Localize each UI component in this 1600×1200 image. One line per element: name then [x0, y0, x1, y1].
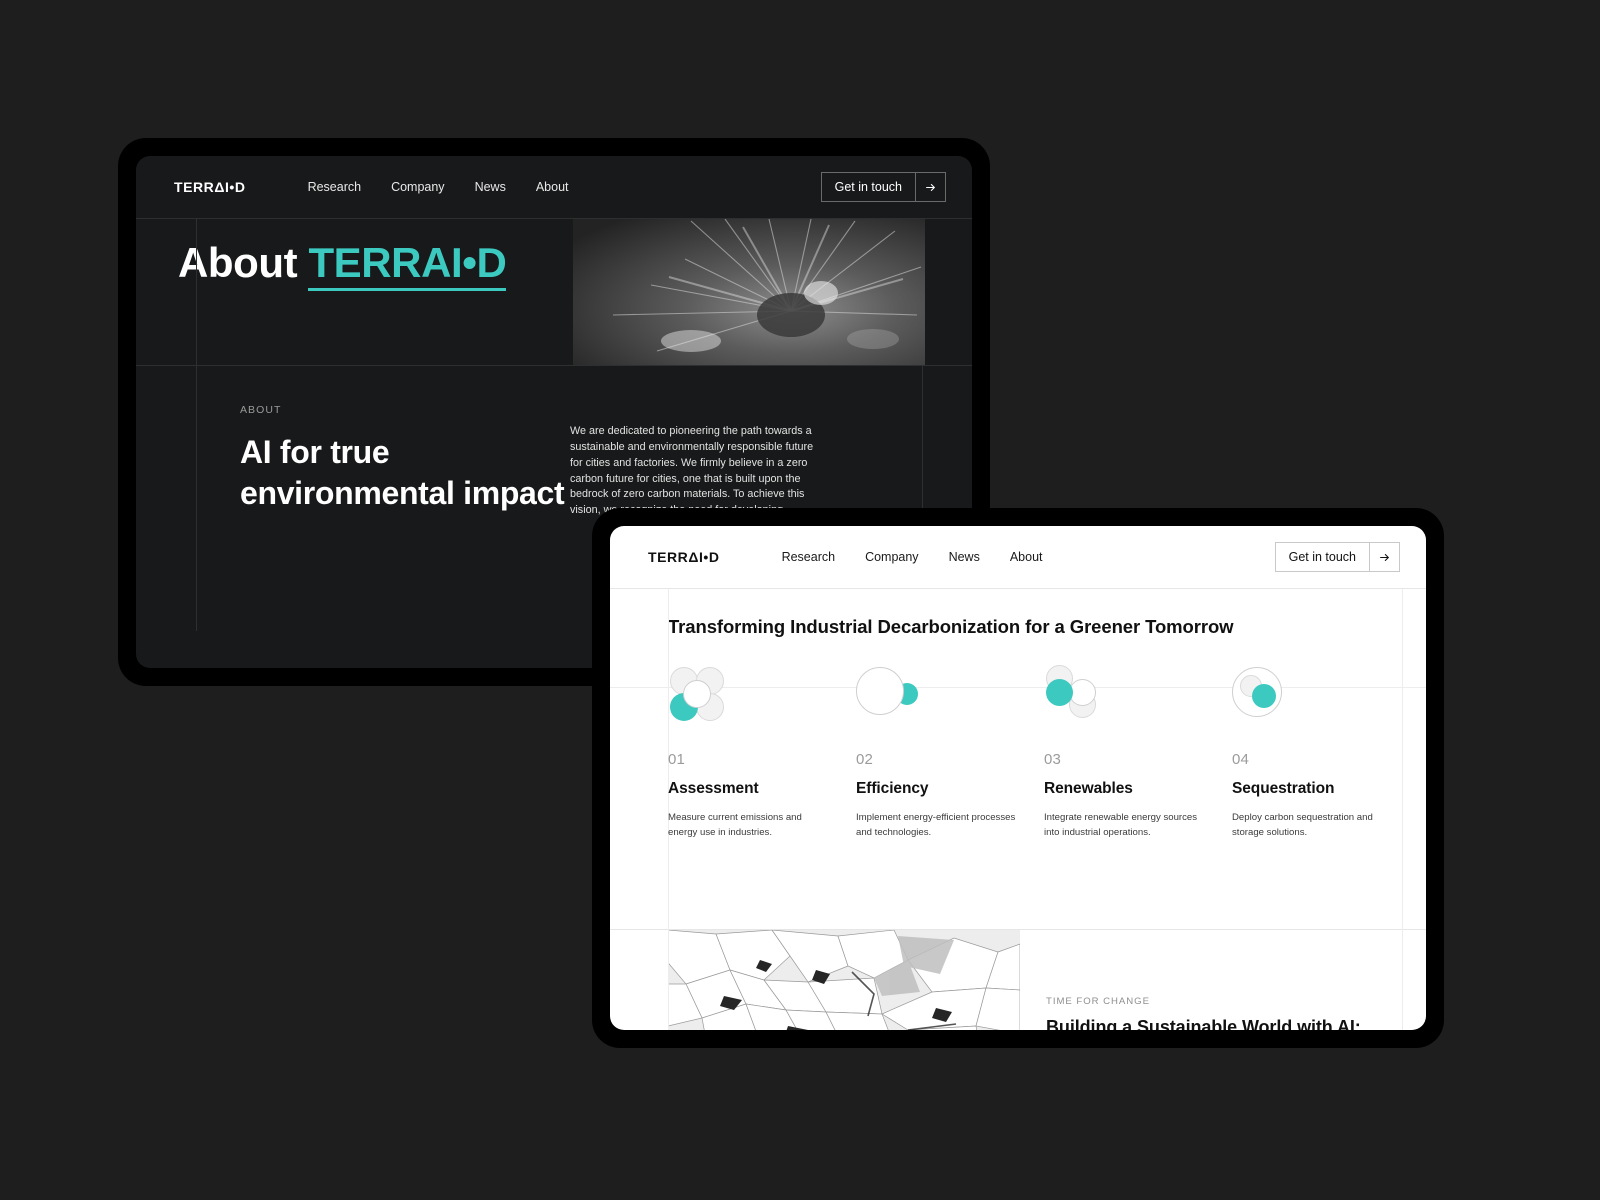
hero-title-accent: TERRAI•D — [308, 239, 507, 291]
nav-link-news-light[interactable]: News — [949, 550, 980, 564]
get-in-touch-button[interactable]: Get in touch — [820, 172, 946, 202]
logo[interactable]: TERRΔI•D — [174, 179, 246, 195]
step-card-01[interactable]: 01 Assessment Measure current emissions … — [668, 661, 856, 929]
hero-section: About TERRAI•D — [136, 219, 972, 365]
get-in-touch-button-light[interactable]: Get in touch — [1274, 542, 1400, 572]
nav-links: Research Company News About — [308, 180, 569, 194]
screenshot-canvas: TERRΔI•D Research Company News About Get… — [0, 0, 1600, 1200]
step-desc-01: Measure current emissions and energy use… — [668, 812, 802, 838]
logo-light[interactable]: TERRΔI•D — [648, 549, 720, 565]
arrow-right-icon-light — [1369, 543, 1399, 571]
light-device-frame: TERRΔI•D Research Company News About Get… — [592, 508, 1444, 1048]
light-navbar: TERRΔI•D Research Company News About Get… — [610, 526, 1426, 588]
grid-line-left — [196, 219, 197, 365]
step-desc-02: Implement energy-efficient processes and… — [856, 812, 1016, 838]
light-screen: TERRΔI•D Research Company News About Get… — [610, 526, 1426, 1030]
nav-link-research[interactable]: Research — [308, 180, 362, 194]
step-title-03: Renewables — [1044, 780, 1133, 798]
step-number-04: 04 — [1232, 751, 1249, 769]
ice-floe-image — [668, 930, 1020, 1030]
step-title-04: Sequestration — [1232, 780, 1335, 798]
step-desc-03: Integrate renewable energy sources into … — [1044, 812, 1198, 838]
stacked-circles-icon — [1044, 661, 1232, 737]
get-in-touch-label: Get in touch — [834, 180, 902, 194]
hero-image — [573, 219, 925, 365]
bottom-eyebrow: TIME FOR CHANGE — [1046, 996, 1150, 1008]
step-number-03: 03 — [1044, 751, 1061, 769]
large-circle-with-teal-dot-icon — [856, 661, 1044, 737]
section-heading: Transforming Industrial Decarbonization … — [668, 616, 1234, 637]
steps-row: 01 Assessment Measure current emissions … — [610, 639, 1426, 929]
step-title-01: Assessment — [668, 780, 759, 798]
step-card-03[interactable]: 03 Renewables Integrate renewable energy… — [1044, 661, 1232, 929]
light-grid-line-3 — [668, 930, 669, 1030]
step-title-02: Efficiency — [856, 780, 929, 798]
step-card-04[interactable]: 04 Sequestration Deploy carbon sequestra… — [1232, 661, 1420, 929]
about-body-text: We are dedicated to pioneering the path … — [570, 425, 814, 517]
about-eyebrow: ABOUT — [240, 404, 282, 416]
nav-link-news[interactable]: News — [475, 180, 506, 194]
dark-navbar: TERRΔI•D Research Company News About Get… — [136, 156, 972, 218]
nav-link-research-light[interactable]: Research — [782, 550, 836, 564]
page-title: About TERRAI•D — [136, 219, 507, 291]
step-number-02: 02 — [856, 751, 873, 769]
nav-link-company-light[interactable]: Company — [865, 550, 919, 564]
grid-line-left-2 — [196, 366, 197, 631]
step-number-01: 01 — [668, 751, 685, 769]
nav-links-light: Research Company News About — [782, 550, 1043, 564]
nav-link-about-light[interactable]: About — [1010, 550, 1043, 564]
step-desc-04: Deploy carbon sequestration and storage … — [1232, 812, 1373, 838]
nav-link-company[interactable]: Company — [391, 180, 445, 194]
circle-in-circle-icon — [1232, 661, 1420, 737]
step-card-02[interactable]: 02 Efficiency Implement energy-efficient… — [856, 661, 1044, 929]
arrow-right-icon — [915, 173, 945, 201]
time-for-change-section: TIME FOR CHANGE Building a Sustainable W… — [610, 930, 1426, 1030]
about-heading: AI for true environmental impact — [240, 434, 565, 511]
light-grid-line-4 — [1402, 930, 1403, 1030]
nav-link-about[interactable]: About — [536, 180, 569, 194]
hero-title-prefix: About — [178, 239, 309, 286]
four-circle-cluster-icon — [668, 661, 856, 737]
bottom-heading: Building a Sustainable World with AI: — [1046, 1017, 1361, 1030]
get-in-touch-label-light: Get in touch — [1288, 550, 1356, 564]
